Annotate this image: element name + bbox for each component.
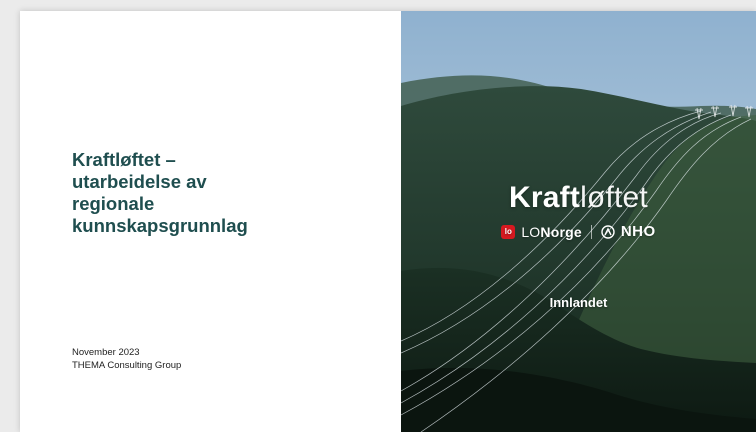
presentation-stage: Kraftløftet – utarbeidelse av regionale … [0, 0, 756, 432]
slide-title-line-3: regionale [72, 193, 155, 214]
slide-title-line-1: Kraftløftet – [72, 149, 176, 170]
cover-photo-panel: Kraftløftet lo LONorge NHO Innlandet [401, 11, 756, 432]
kraftloftet-logo: Kraftløftet lo LONorge NHO [401, 181, 756, 240]
slide-author: THEMA Consulting Group [72, 359, 182, 371]
lo-logo-icon: lo [501, 224, 516, 239]
slide-meta: November 2023 THEMA Consulting Group [72, 347, 181, 372]
nho-logo-icon [601, 224, 615, 239]
slide-title: Kraftløftet – utarbeidelse av regionale … [72, 149, 332, 237]
partner-logos: lo LONorge NHO [401, 223, 756, 240]
slide-left-panel: Kraftløftet – utarbeidelse av regionale … [20, 11, 401, 432]
lo-norge-label: LONorge [521, 224, 582, 240]
partner-separator [590, 224, 592, 239]
nho-label: NHO [620, 223, 656, 240]
region-label: Innlandet [549, 295, 608, 310]
kraftloftet-wordmark: Kraftløftet [401, 181, 756, 215]
title-slide: Kraftløftet – utarbeidelse av regionale … [20, 11, 756, 432]
slide-title-line-2: utarbeidelse av [72, 171, 207, 192]
lo-prefix: LO [521, 223, 541, 240]
slide-title-line-4: kunnskapsgrunnlag [72, 215, 248, 236]
wordmark-bold: Kraft [509, 181, 581, 214]
lo-norge-name: Norge [540, 223, 582, 240]
wordmark-light: løftet [580, 181, 648, 214]
slide-date: November 2023 [72, 347, 140, 358]
